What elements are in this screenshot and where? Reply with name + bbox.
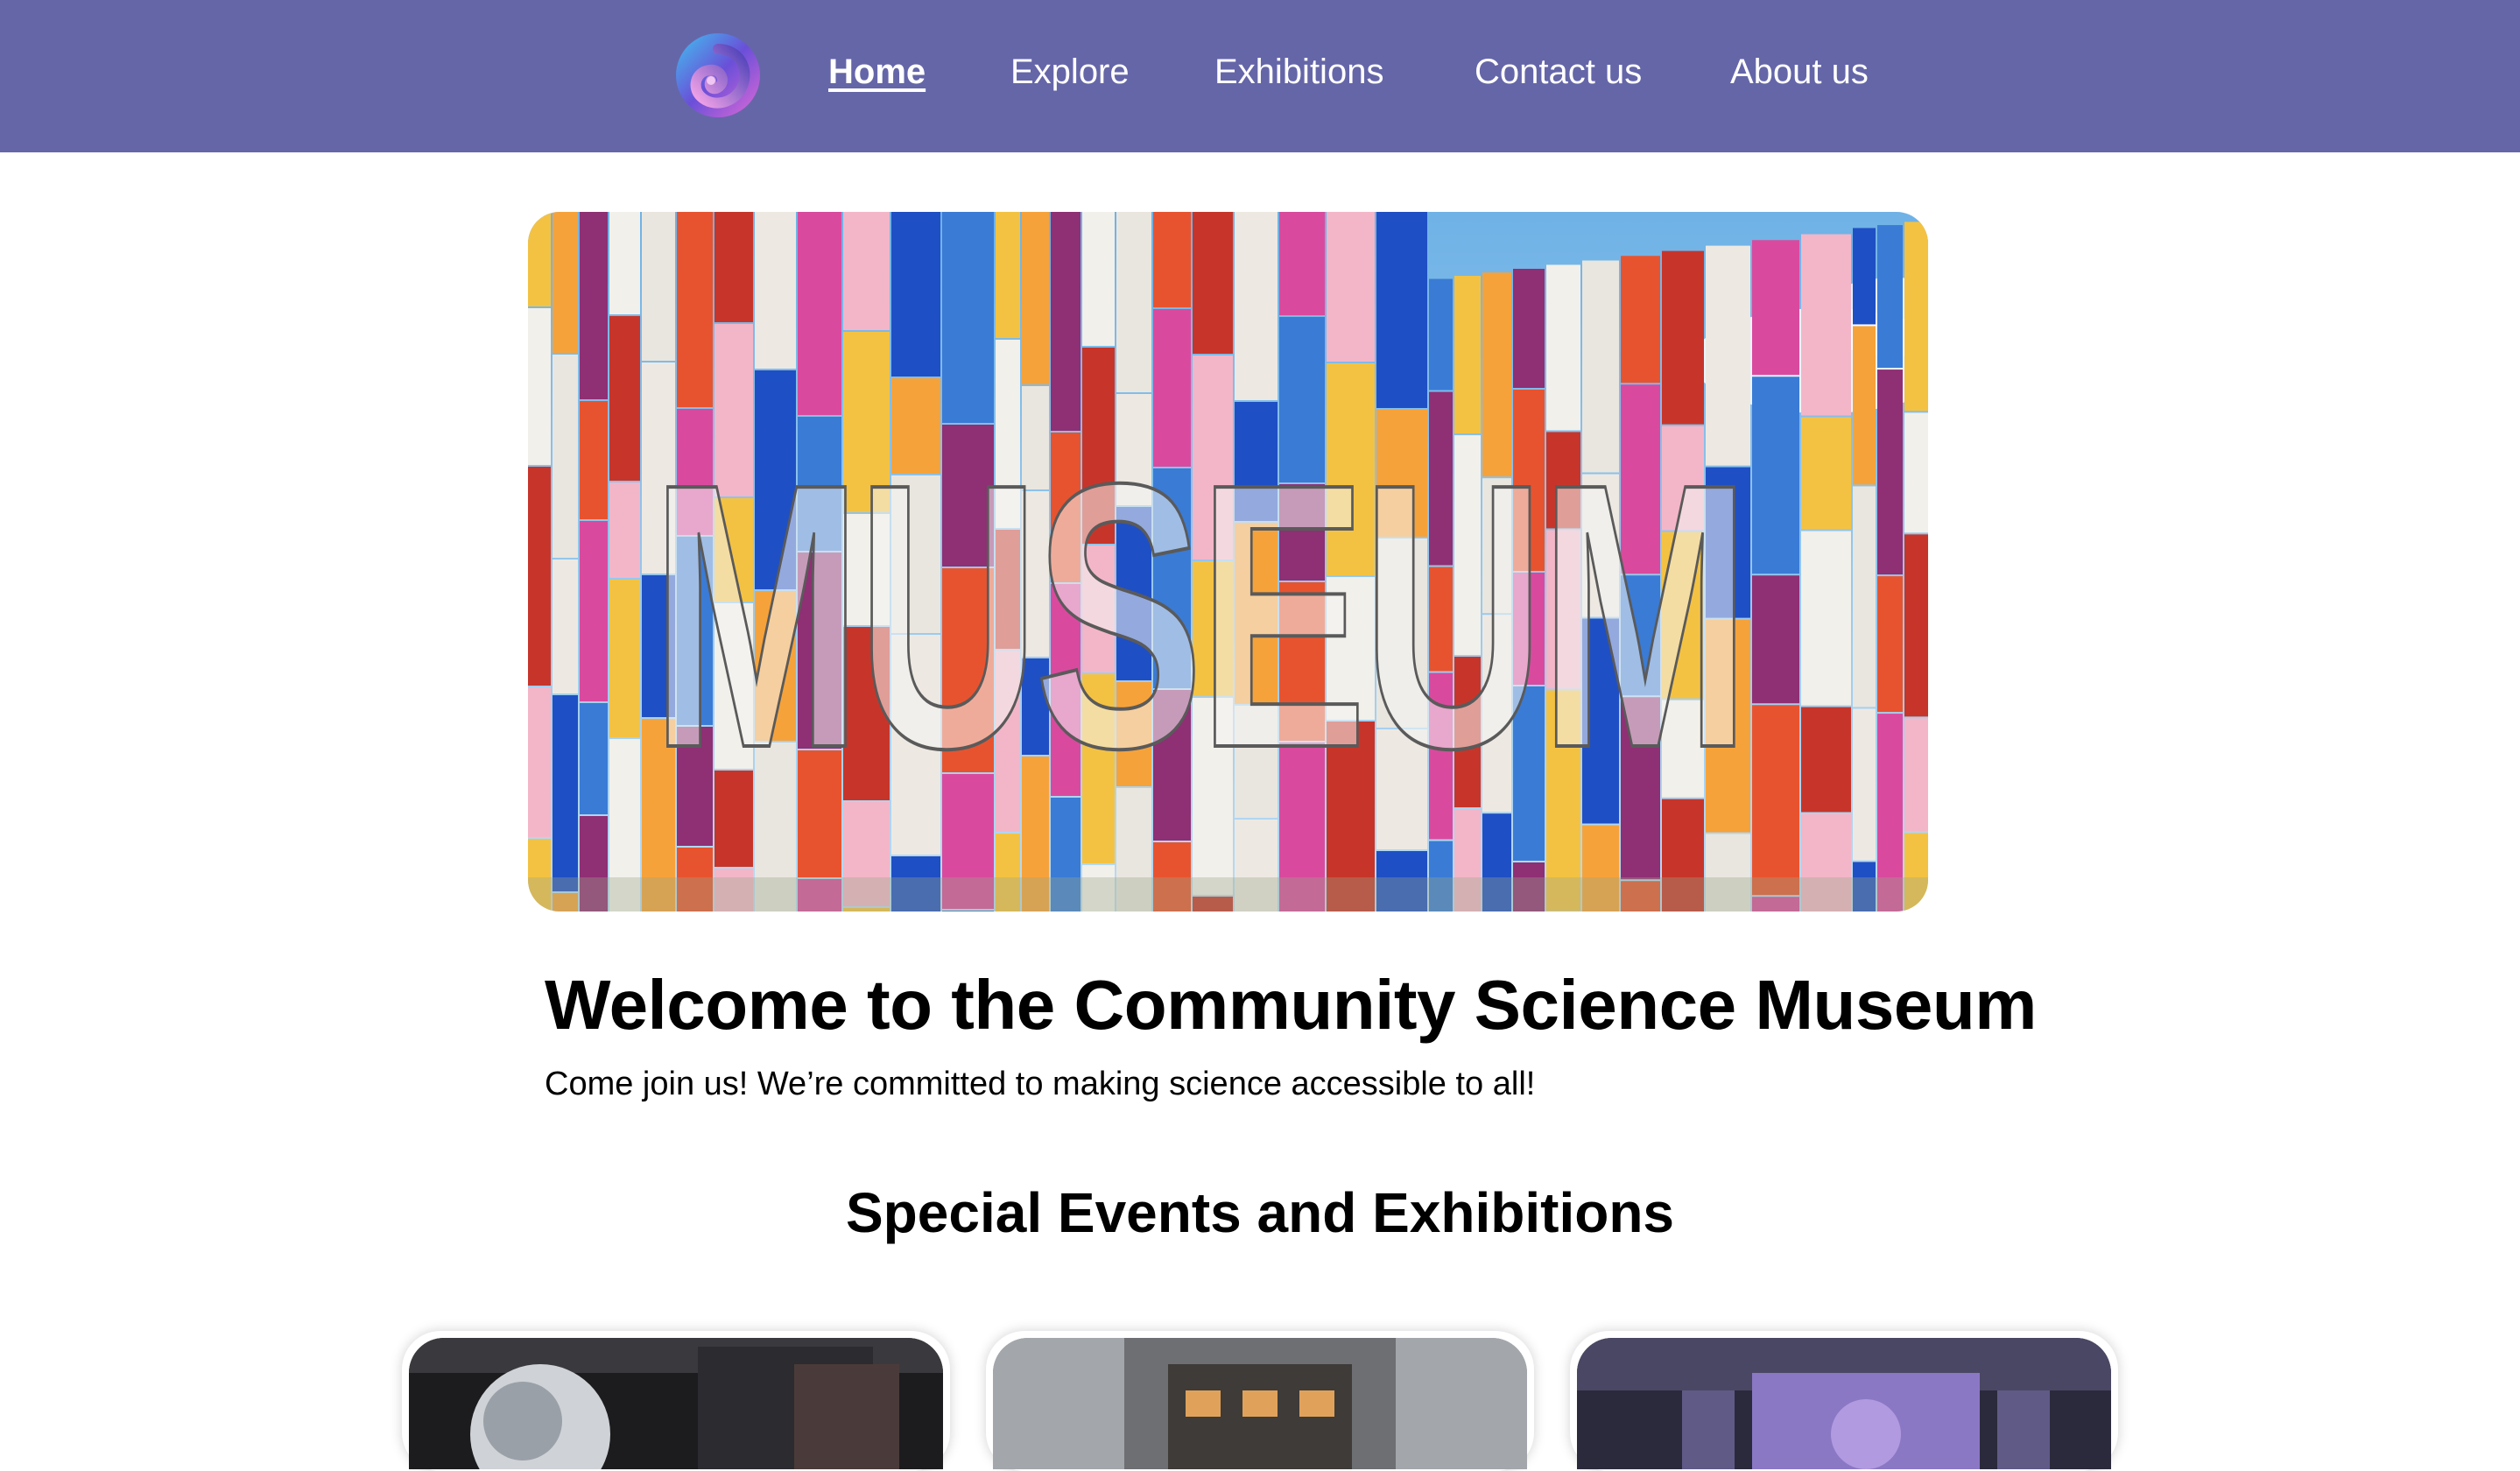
museum-hall-photo xyxy=(993,1338,1527,1469)
nav-about-us-link[interactable]: About us xyxy=(1730,46,1869,98)
museum-facade-letters: MUSEUM xyxy=(651,406,1745,827)
event-card[interactable] xyxy=(1570,1331,2118,1471)
page-title: Welcome to the Community Science Museum xyxy=(545,966,2037,1044)
events-section-heading: Special Events and Exhibitions xyxy=(845,1181,1675,1244)
page-subtitle: Come join us! We’re committed to making … xyxy=(545,1066,1536,1102)
nav-explore-link[interactable]: Explore xyxy=(1010,46,1130,98)
machine-exhibit-photo xyxy=(1577,1338,2111,1469)
nav-home-link[interactable]: Home xyxy=(828,46,926,98)
nav-exhibitions-link[interactable]: Exhibitions xyxy=(1214,46,1383,98)
swirl-logo-icon[interactable] xyxy=(674,32,762,119)
event-card[interactable] xyxy=(986,1331,1534,1471)
hero-museum-image: MUSEUM xyxy=(528,212,1928,911)
event-card[interactable] xyxy=(402,1331,950,1471)
nav-contact-us-link[interactable]: Contact us xyxy=(1475,46,1642,98)
top-navbar: Home Explore Exhibitions Contact us Abou… xyxy=(0,0,2520,152)
space-exhibit-photo xyxy=(409,1338,943,1469)
